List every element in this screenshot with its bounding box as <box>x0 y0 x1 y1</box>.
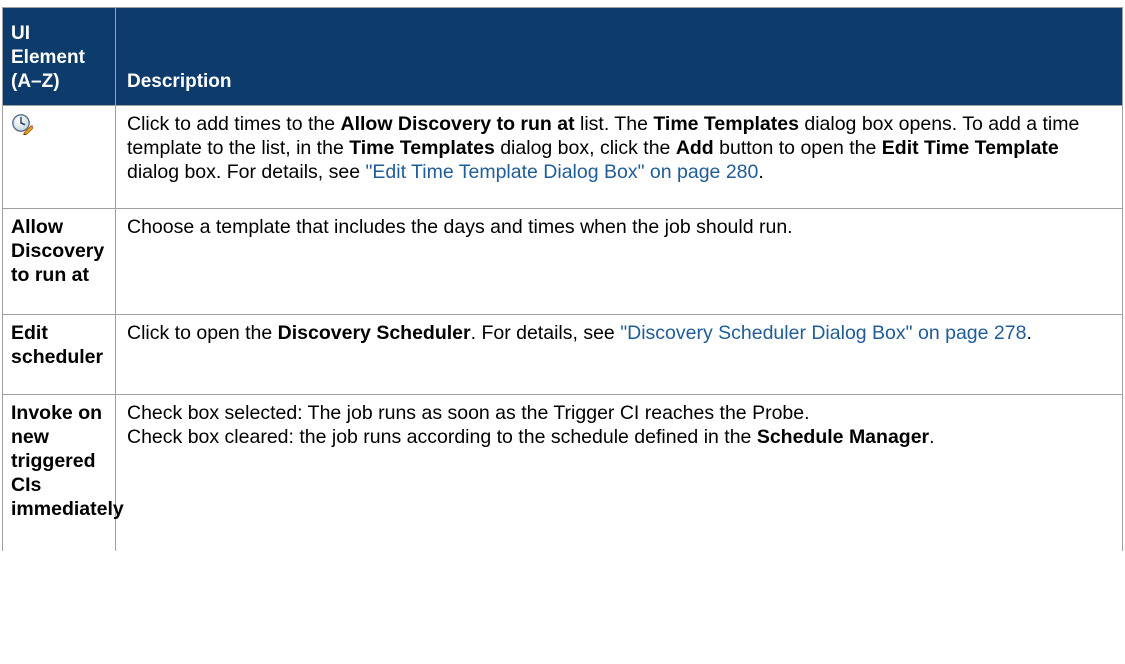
desc-text: Choose a template that includes the days… <box>127 216 793 238</box>
desc-bold: Schedule Manager <box>756 426 930 448</box>
desc-bold: Add <box>675 137 714 159</box>
desc-text: Click to add times to the <box>127 113 341 135</box>
desc-text: dialog box, click the <box>494 137 676 159</box>
desc-bold: Time Templates <box>349 137 495 159</box>
desc-text: Click to open the <box>127 322 278 344</box>
desc-text: . <box>758 161 764 183</box>
desc-text: . For details, see <box>470 322 621 344</box>
table-row: Edit scheduler Click to open the Discove… <box>2 314 1123 395</box>
desc-bold: Allow Discovery to run at <box>340 113 575 135</box>
description-cell: Check box selected: The job runs as soon… <box>115 394 1123 551</box>
desc-text: . <box>929 426 935 448</box>
discovery-scheduler-link[interactable]: "Discovery Scheduler Dialog Box" on page… <box>620 322 1026 344</box>
desc-line: Check box cleared: the job runs accordin… <box>127 425 1114 449</box>
desc-text: Check box selected: The job runs as soon… <box>127 402 810 424</box>
description-cell: Click to open the Discovery Scheduler. F… <box>115 314 1123 395</box>
desc-text: Check box cleared: the job runs accordin… <box>127 426 757 448</box>
desc-bold: Discovery Scheduler <box>277 322 471 344</box>
header-ui-element: UI Element (A–Z) <box>2 7 116 106</box>
edit-time-template-link[interactable]: "Edit Time Template Dialog Box" on page … <box>365 161 758 183</box>
table-header: UI Element (A–Z) Description <box>2 7 1123 106</box>
element-cell <box>2 105 116 209</box>
desc-text: button to open the <box>713 137 882 159</box>
table-row: Invoke on new triggered CIs immediately … <box>2 394 1123 551</box>
element-cell: Allow Discovery to run at <box>2 208 116 315</box>
header-description: Description <box>115 7 1123 106</box>
element-cell: Edit scheduler <box>2 314 116 395</box>
desc-bold: Time Templates <box>653 113 799 135</box>
description-cell: Click to add times to the Allow Discover… <box>115 105 1123 209</box>
desc-text: dialog box. For details, see <box>127 161 366 183</box>
table-row: Allow Discovery to run at Choose a templ… <box>2 208 1123 315</box>
table-row: Click to add times to the Allow Discover… <box>2 105 1123 209</box>
desc-bold: Edit Time Template <box>881 137 1059 159</box>
desc-text: . <box>1026 322 1032 344</box>
element-cell: Invoke on new triggered CIs immediately <box>2 394 124 551</box>
clock-add-icon <box>11 113 34 136</box>
ui-element-table: UI Element (A–Z) Description Click to ad… <box>2 7 1123 551</box>
description-cell: Choose a template that includes the days… <box>115 208 1123 315</box>
desc-text: list. The <box>574 113 654 135</box>
